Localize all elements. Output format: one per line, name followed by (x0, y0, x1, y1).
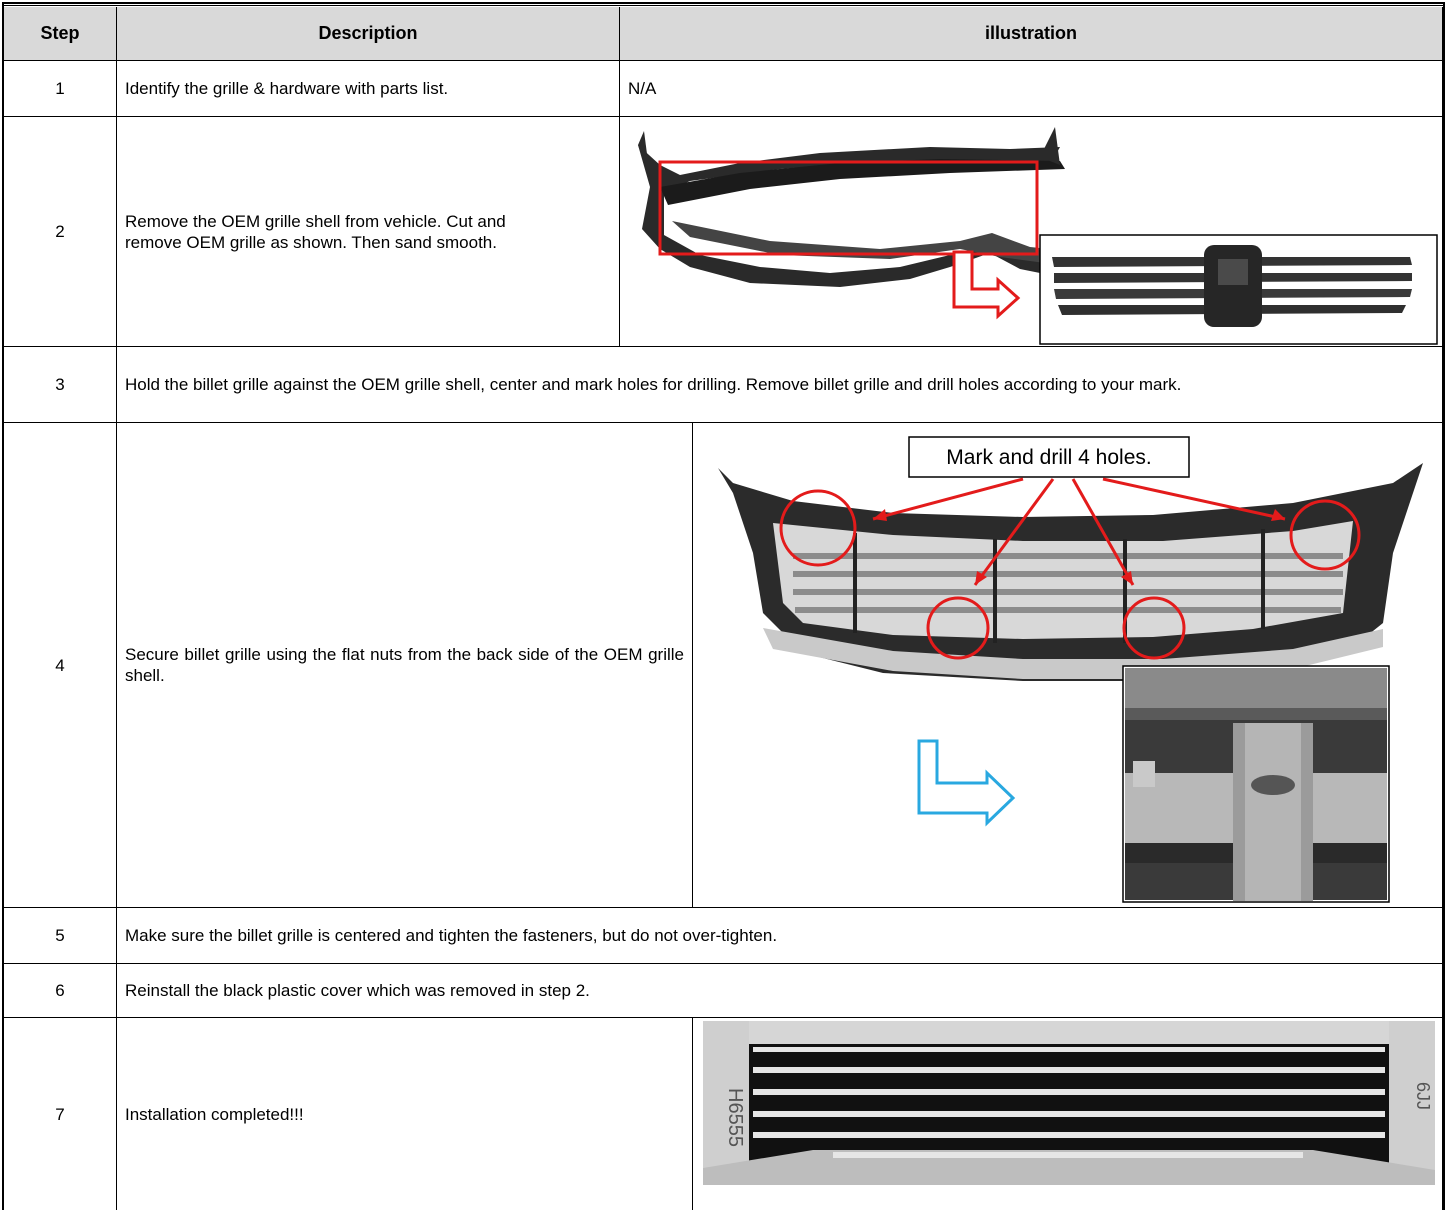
arrow-icon (917, 739, 1016, 827)
step-description: Identify the grille & hardware with part… (117, 61, 620, 117)
description-text: Hold the billet grille against the OEM g… (125, 375, 1182, 394)
description-text: Reinstall the black plastic cover which … (125, 981, 590, 1000)
step-number: 4 (4, 423, 117, 908)
header-step: Step (4, 7, 117, 61)
step-number: 7 (4, 1018, 117, 1210)
illustration-cell: N/A (620, 61, 1443, 117)
description-text: Secure billet grille using the flat nuts… (125, 645, 684, 685)
step-description: Remove the OEM grille shell from vehicle… (117, 117, 620, 347)
description-text: Identify the grille & hardware with part… (125, 79, 449, 98)
description-text: Make sure the billet grille is centered … (125, 926, 778, 945)
step-number: 3 (4, 347, 117, 423)
callout-text: Mark and drill 4 holes. (946, 446, 1151, 469)
step-description: Secure billet grille using the flat nuts… (117, 423, 693, 908)
illustration-cell: H6555 6JJ (693, 1018, 1443, 1210)
step-description: Hold the billet grille against the OEM g… (117, 347, 1443, 423)
step-number: 5 (4, 908, 117, 964)
step-number: 6 (4, 964, 117, 1018)
closeup-photo (1125, 668, 1387, 901)
top-rule (2, 5, 1445, 6)
description-text: Remove the OEM grille shell from vehicle… (125, 211, 506, 252)
removed-grille-photo (1050, 239, 1420, 329)
header-illustration: illustration (620, 7, 1443, 61)
step-description: Make sure the billet grille is centered … (117, 908, 1443, 964)
finished-left-label: H6555 (724, 1088, 746, 1147)
illustration-cell (620, 117, 1443, 347)
drill-holes-photo: Mark and drill 4 holes. (718, 436, 1423, 903)
description-text: Installation completed!!! (125, 1104, 304, 1124)
step-description: Reinstall the black plastic cover which … (117, 964, 1443, 1018)
finished-grille-photo: H6555 6JJ (703, 1021, 1435, 1185)
na-text: N/A (628, 79, 657, 98)
step-number: 2 (4, 117, 117, 347)
step-number: 1 (4, 61, 117, 117)
finished-right-label: 6JJ (1413, 1082, 1433, 1110)
step-description: Installation completed!!! (117, 1018, 693, 1210)
illustration-cell: Mark and drill 4 holes. (693, 423, 1443, 908)
grille-shell-photo (638, 127, 1438, 345)
header-description: Description (117, 7, 620, 61)
